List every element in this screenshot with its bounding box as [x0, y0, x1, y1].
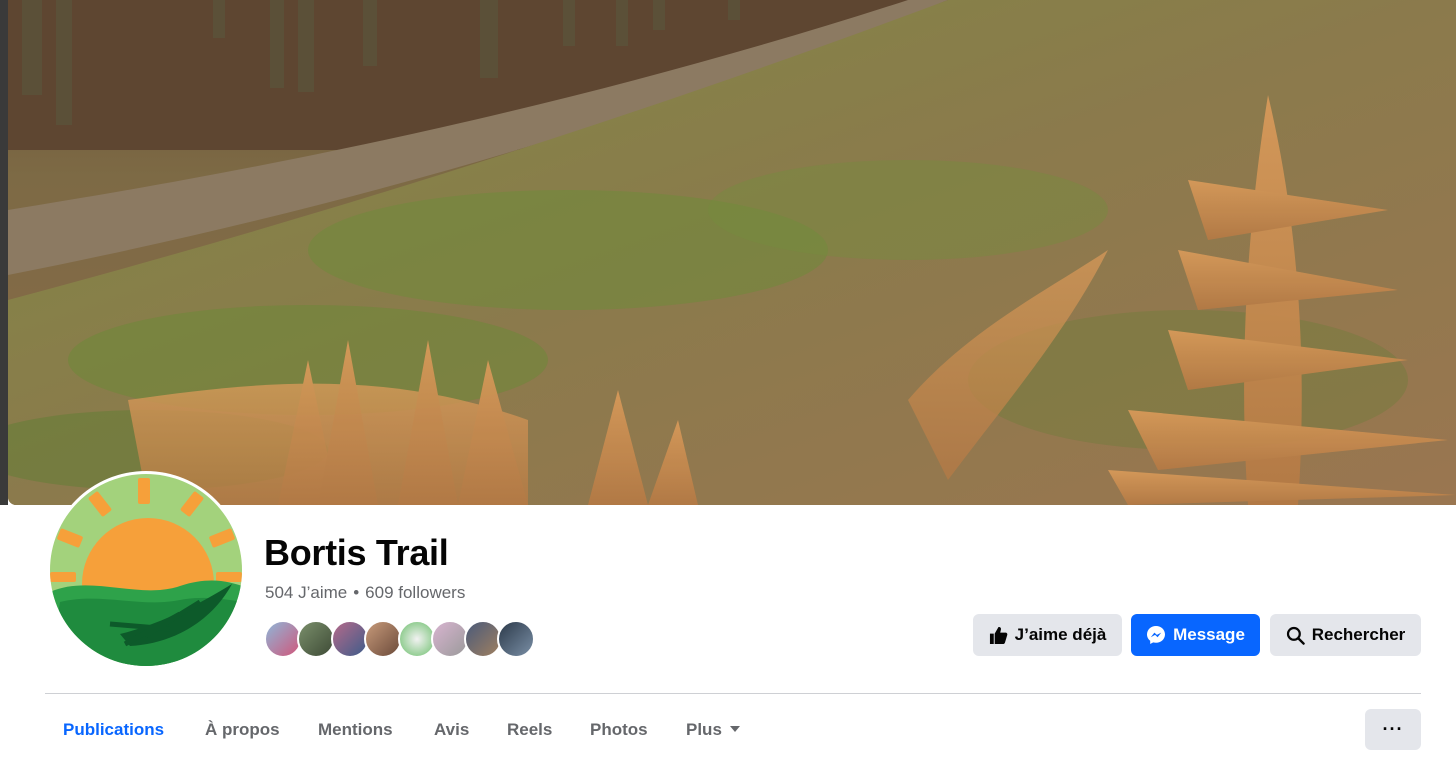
- search-icon: [1286, 626, 1305, 645]
- stats-separator: •: [353, 583, 360, 602]
- more-options-button[interactable]: ···: [1365, 709, 1421, 750]
- sunrise-leaf-logo-icon: [50, 474, 242, 666]
- tab-reels[interactable]: Reels: [507, 704, 552, 756]
- profile-avatar[interactable]: [47, 471, 245, 669]
- message-button[interactable]: Message: [1131, 614, 1260, 656]
- tab-mentions[interactable]: Mentions: [318, 704, 393, 756]
- search-button[interactable]: Rechercher: [1270, 614, 1421, 656]
- cover-photo-image: [8, 0, 1456, 505]
- cover-photo[interactable]: [8, 0, 1456, 505]
- messenger-icon: [1146, 625, 1166, 645]
- follower-avatar[interactable]: [364, 620, 402, 658]
- liked-button-label: J’aime déjà: [1014, 625, 1107, 644]
- tab-publications[interactable]: Publications: [63, 704, 164, 756]
- page-title: Bortis Trail: [264, 532, 449, 573]
- tab-avis[interactable]: Avis: [434, 704, 469, 756]
- tab-photos[interactable]: Photos: [590, 704, 648, 756]
- left-edge-strip: [0, 0, 8, 505]
- header-divider: [45, 693, 1421, 694]
- message-button-label: Message: [1173, 625, 1245, 644]
- followers-count[interactable]: 609 followers: [365, 583, 465, 602]
- caret-down-icon: [729, 725, 740, 732]
- likes-count[interactable]: 504 J’aime: [265, 583, 347, 602]
- thumbs-up-icon: [989, 626, 1008, 645]
- liked-button[interactable]: J’aime déjà: [973, 614, 1122, 656]
- follower-avatar[interactable]: [297, 620, 335, 658]
- search-button-label: Rechercher: [1311, 625, 1406, 644]
- follower-avatar[interactable]: [497, 620, 535, 658]
- tab-plus[interactable]: Plus: [686, 704, 740, 756]
- page-stats: 504 J’aime • 609 followers: [265, 583, 465, 603]
- tab-a-propos[interactable]: À propos: [205, 704, 280, 756]
